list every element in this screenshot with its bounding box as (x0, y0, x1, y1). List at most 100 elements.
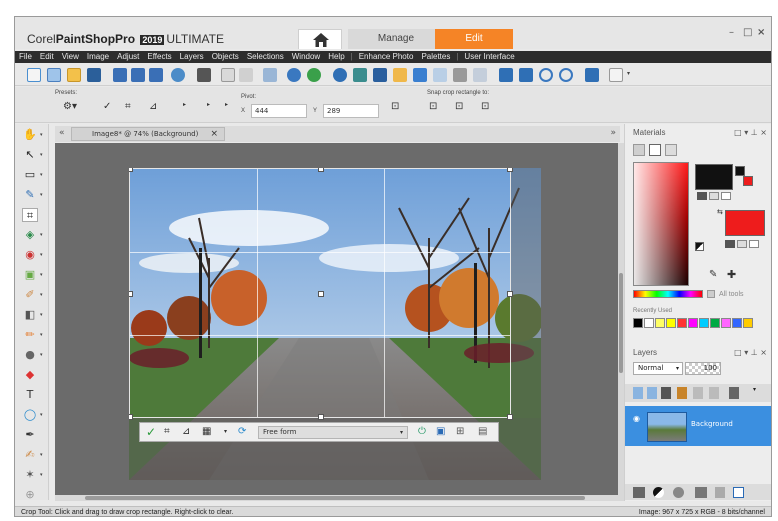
recent-color-swatch[interactable] (710, 318, 720, 328)
brush-layer-icon[interactable] (677, 387, 687, 399)
crop-handle-bl[interactable] (129, 414, 133, 420)
foreground-mini-swatch[interactable] (735, 166, 745, 176)
recent-color-swatch[interactable] (688, 318, 698, 328)
info-icon[interactable] (333, 68, 347, 82)
grid-dropdown-icon[interactable]: ▾ (224, 428, 227, 435)
delete-layer-icon[interactable] (715, 487, 725, 498)
undo-icon[interactable] (287, 68, 301, 82)
crop-rectangle[interactable] (129, 168, 513, 420)
crop-handle-bottom[interactable] (318, 414, 324, 420)
warp-brush-icon[interactable]: ✶ ▾ (22, 468, 42, 482)
text-tool-icon[interactable]: T (22, 388, 38, 402)
close-document-icon[interactable]: × (210, 128, 218, 140)
grid-icon[interactable] (453, 68, 467, 82)
link-layer-icon[interactable] (729, 387, 739, 399)
chevron-down-icon[interactable]: ▾ (627, 70, 630, 77)
new-group-icon[interactable] (695, 487, 707, 498)
crop-mode-select[interactable]: Free form ▾ (258, 426, 408, 439)
fit-window-icon[interactable] (519, 68, 533, 82)
scanner-icon[interactable] (87, 68, 101, 82)
opacity-input[interactable]: 100 (685, 362, 721, 375)
recent-color-swatch[interactable] (732, 318, 742, 328)
straighten-icon[interactable]: ⊿ (149, 101, 157, 112)
panel-pin-icon[interactable]: ⊥ (751, 128, 758, 137)
save-copy-icon[interactable] (149, 68, 163, 82)
recent-color-swatch[interactable] (633, 318, 643, 328)
frame-tab-icon[interactable] (633, 144, 645, 156)
new-from-template-icon[interactable] (47, 68, 61, 82)
new-mask-icon[interactable] (653, 487, 664, 498)
background-color-swatch[interactable] (725, 210, 765, 236)
share-icon[interactable] (171, 68, 185, 82)
recent-color-swatch[interactable] (699, 318, 709, 328)
panel-options-icon[interactable]: □ (734, 348, 742, 357)
menu-user-interface[interactable]: User Interface (460, 52, 518, 61)
presets-dropdown[interactable]: ⚙▾ (63, 101, 77, 112)
crop-new-image-icon[interactable]: ⌗ (164, 426, 170, 437)
adjust-layer-icon[interactable] (661, 387, 671, 399)
fg-style-icon[interactable] (697, 192, 707, 200)
image-icon[interactable] (353, 68, 367, 82)
pivot-right-arrow-icon[interactable]: ▸ (225, 101, 228, 108)
selection-tool-icon[interactable]: ▭ ▾ (22, 168, 43, 182)
pick-tool-icon[interactable]: ↖ ▾ (22, 148, 42, 162)
print-icon[interactable] (197, 68, 211, 82)
snap-center-icon[interactable]: ⊡ (391, 101, 399, 112)
add-swatch-icon[interactable]: ✚ (727, 268, 736, 281)
layers-panel-controls[interactable]: □ ▾ ⊥ × (734, 348, 767, 357)
swap-colors-icon[interactable]: ⇆ (717, 208, 723, 216)
rainbow-strip[interactable] (633, 290, 703, 298)
recent-color-swatch[interactable] (644, 318, 654, 328)
panel-options-icon[interactable]: □ (734, 128, 742, 137)
move-layer-down-icon[interactable] (647, 387, 657, 399)
mask-icon[interactable] (433, 68, 447, 82)
person-crop-icon[interactable]: ▣ (436, 426, 445, 437)
scroll-tabs-left-icon[interactable]: « (59, 128, 65, 138)
layer-row-background[interactable]: ◉ Background (625, 406, 771, 446)
snap-canvas-icon[interactable]: ⊡ (429, 101, 437, 112)
materials-panel-controls[interactable]: □ ▾ ⊥ × (734, 128, 767, 137)
menu-selections[interactable]: Selections (243, 52, 288, 61)
crop-options-icon[interactable]: ▤ (478, 426, 487, 437)
scroll-tabs-right-icon[interactable]: » (610, 128, 616, 138)
clone-brush-icon[interactable]: ✐ ▾ (22, 288, 42, 302)
crop-handle-br[interactable] (507, 414, 513, 420)
rainbow-tab-icon[interactable] (649, 144, 661, 156)
document-tab[interactable]: Image8* @ 74% (Background) × (71, 127, 225, 141)
recent-color-swatch[interactable] (677, 318, 687, 328)
swatches-tab-icon[interactable] (665, 144, 677, 156)
panel-close-icon[interactable]: × (760, 348, 767, 357)
rotate-crop-icon[interactable]: ⟳ (238, 426, 246, 437)
apply-checkmark-icon[interactable]: ✓ (103, 101, 111, 112)
close-button[interactable]: × (757, 27, 765, 38)
crop-pivot-handle[interactable] (318, 291, 324, 297)
menu-window[interactable]: Window (288, 52, 324, 61)
menu-adjust[interactable]: Adjust (113, 52, 143, 61)
pivot-arrow-icon[interactable]: ▸ (207, 101, 210, 108)
layer-visibility-icon[interactable]: ◉ (633, 414, 640, 423)
menu-image[interactable]: Image (83, 52, 113, 61)
redo-history-icon[interactable] (239, 68, 253, 82)
ruler-icon[interactable] (499, 68, 513, 82)
tab-edit[interactable]: Edit (435, 29, 513, 49)
horizontal-scrollbar[interactable] (55, 495, 624, 501)
crop-handle-right[interactable] (507, 291, 513, 297)
pivot-left-arrow-icon[interactable]: ▸ (183, 101, 186, 108)
apply-crop-checkmark-icon[interactable]: ✓ (146, 425, 156, 439)
crop-as-new-image-icon[interactable]: ⌗ (125, 101, 131, 112)
maximize-button[interactable]: □ (743, 27, 752, 38)
copy-icon[interactable] (263, 68, 277, 82)
paste-icon[interactable] (473, 68, 487, 82)
bg-style-icon[interactable] (725, 240, 735, 248)
menu-layers[interactable]: Layers (176, 52, 208, 61)
chevron-down-icon[interactable]: ▾ (753, 386, 756, 393)
move-layer-up-icon[interactable] (633, 387, 643, 399)
blend-mode-select[interactable]: Normal ▾ (633, 362, 683, 375)
shape-tool-icon[interactable]: ◯ ▾ (22, 408, 43, 422)
film-icon[interactable] (373, 68, 387, 82)
tab-manage[interactable]: Manage (348, 29, 444, 49)
redo-icon[interactable] (307, 68, 321, 82)
add-tool-icon[interactable]: ⊕ (22, 488, 38, 502)
select-icon[interactable] (413, 68, 427, 82)
foreground-color-swatch[interactable] (695, 164, 733, 190)
